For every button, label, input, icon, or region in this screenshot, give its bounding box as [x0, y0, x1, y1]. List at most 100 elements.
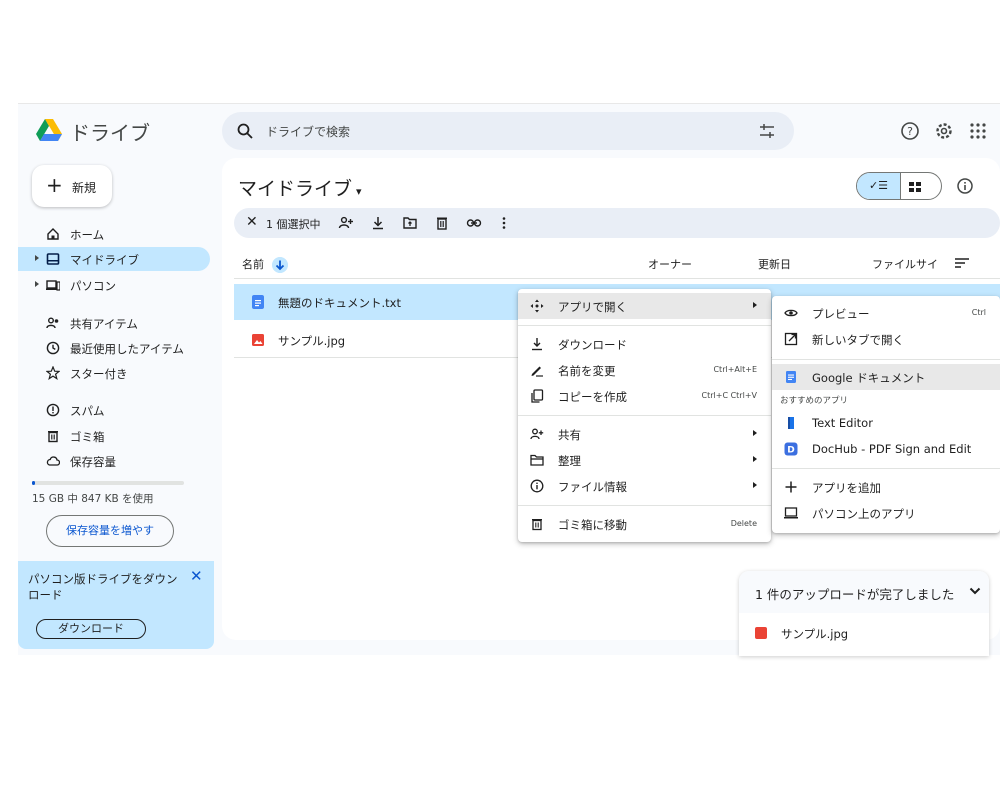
drive-logo[interactable] [36, 119, 62, 143]
menu-item-label: コピーを作成 [558, 390, 627, 404]
list-view-button[interactable]: ✓☰ [857, 173, 901, 199]
view-toggle[interactable]: ✓☰ [856, 172, 942, 200]
submenu-item-preview[interactable]: プレビュー Ctrl [772, 300, 1000, 326]
shared-icon [46, 317, 59, 329]
menu-item-label: 名前を変更 [558, 364, 616, 378]
download-icon[interactable] [370, 215, 386, 231]
grid-view-icon[interactable] [905, 177, 925, 197]
sidebar-item-my-drive[interactable]: マイドライブ [18, 247, 210, 271]
computer-icon [46, 280, 60, 291]
share-icon[interactable] [338, 215, 354, 231]
page-title[interactable]: マイドライブ ▾ [238, 174, 362, 201]
context-menu: アプリで開く ダウンロード 名前を変更 Ctrl+Alt+E コピーを作成 Ct… [518, 289, 771, 542]
download-icon [532, 338, 542, 351]
upload-status-panel: 1 件のアップロードが完了しました サンプル.jpg [739, 571, 989, 656]
submenu-item-open-new-tab[interactable]: 新しいタブで開く [772, 326, 1000, 352]
sidebar-item-shared[interactable]: 共有アイテム [18, 311, 210, 335]
sidebar-item-home[interactable]: ホーム [18, 222, 210, 246]
sidebar-item-storage[interactable]: 保存容量 [18, 449, 210, 473]
menu-item-download[interactable]: ダウンロード [518, 331, 771, 357]
search-bar[interactable]: ドライブで検索 [222, 112, 794, 150]
get-more-storage-button[interactable]: 保存容量を増やす [46, 515, 174, 547]
menu-item-open-with[interactable]: アプリで開く [518, 293, 771, 319]
link-icon[interactable] [466, 215, 482, 231]
sidebar-item-label: スパム [70, 404, 105, 418]
menu-item-file-info[interactable]: ファイル情報 [518, 473, 771, 499]
sidebar-item-label: ゴミ箱 [70, 430, 105, 444]
storage-progress-fill [32, 481, 36, 485]
google-docs-icon [786, 371, 796, 383]
title-dropdown-icon[interactable]: ▾ [356, 185, 362, 198]
menu-item-label: DocHub - PDF Sign and Edit [812, 442, 972, 456]
menu-divider [518, 415, 771, 416]
uploaded-file-name[interactable]: サンプル.jpg [781, 626, 848, 642]
trash-icon [48, 431, 58, 443]
chevron-down-icon[interactable] [969, 586, 981, 596]
expand-caret-icon[interactable] [35, 255, 39, 261]
download-app-button[interactable]: ダウンロード [36, 619, 146, 639]
search-icon[interactable] [236, 122, 254, 140]
submenu-arrow-icon [753, 302, 757, 308]
column-header-name[interactable]: 名前 [242, 256, 288, 273]
submenu-item-dochub[interactable]: D DocHub - PDF Sign and Edit [772, 436, 1000, 462]
menu-item-make-copy[interactable]: コピーを作成 Ctrl+C Ctrl+V [518, 383, 771, 409]
menu-divider [772, 359, 1000, 360]
copy-icon [531, 389, 544, 403]
sidebar-item-starred[interactable]: スター付き [18, 361, 210, 385]
sidebar-item-computers[interactable]: パソコン [18, 273, 210, 297]
info-icon[interactable] [956, 177, 974, 195]
open-with-icon [530, 299, 544, 313]
sidebar-item-label: スター付き [70, 367, 128, 381]
search-input[interactable]: ドライブで検索 [266, 123, 350, 140]
expand-caret-icon[interactable] [35, 281, 39, 287]
menu-item-label: 共有 [558, 428, 581, 442]
menu-item-share[interactable]: 共有 [518, 421, 771, 447]
submenu-item-computer-apps[interactable]: パソコン上のアプリ [772, 500, 1000, 526]
storage-progress-bar [32, 481, 184, 485]
trash-icon[interactable] [434, 215, 450, 231]
document-icon [252, 295, 264, 309]
shortcut-hint: Ctrl+C Ctrl+V [701, 391, 757, 400]
dochub-icon: D [784, 442, 798, 456]
search-options-icon[interactable] [758, 122, 776, 140]
menu-item-move-to-trash[interactable]: ゴミ箱に移動 Delete [518, 511, 771, 537]
svg-text:D: D [787, 446, 794, 456]
menu-divider [518, 325, 771, 326]
sidebar-item-label: 保存容量 [70, 455, 116, 469]
sidebar-item-label: 最近使用したアイテム [70, 342, 184, 356]
column-header-owner[interactable]: オーナー [648, 256, 692, 272]
sidebar-item-recent[interactable]: 最近使用したアイテム [18, 336, 210, 360]
menu-item-label: ファイル情報 [558, 480, 627, 494]
menu-item-rename[interactable]: 名前を変更 Ctrl+Alt+E [518, 357, 771, 383]
menu-divider [518, 505, 771, 506]
column-header-size[interactable]: ファイルサイ [872, 256, 938, 272]
text-editor-icon [788, 417, 794, 429]
sidebar-item-label: パソコン [70, 279, 116, 293]
submenu-item-google-docs[interactable]: Google ドキュメント [772, 364, 1000, 390]
submenu-item-text-editor[interactable]: Text Editor [772, 410, 1000, 436]
home-icon [47, 228, 59, 240]
settings-icon[interactable] [934, 121, 954, 141]
more-options-icon[interactable] [496, 215, 512, 231]
star-icon [46, 366, 60, 380]
close-icon[interactable]: ✕ [190, 567, 203, 585]
plus-icon: + [46, 173, 63, 197]
sidebar-item-trash[interactable]: ゴミ箱 [18, 424, 210, 448]
page-title-text: マイドライブ [238, 178, 353, 200]
menu-item-organize[interactable]: 整理 [518, 447, 771, 473]
clear-selection-icon[interactable]: ✕ [246, 214, 258, 230]
sort-options-icon[interactable] [954, 256, 970, 270]
move-icon[interactable] [402, 215, 418, 231]
submenu-item-add-app[interactable]: アプリを追加 [772, 474, 1000, 500]
new-button[interactable]: + 新規 [32, 165, 112, 207]
column-header-modified[interactable]: 更新日 [758, 256, 791, 272]
sidebar-item-label: 共有アイテム [70, 317, 138, 331]
submenu-arrow-icon [753, 482, 757, 488]
sidebar-item-spam[interactable]: スパム [18, 398, 210, 422]
open-with-submenu: プレビュー Ctrl 新しいタブで開く Google ドキュメント おすすめのア… [772, 296, 1000, 533]
apps-grid-icon[interactable] [968, 121, 988, 141]
help-icon[interactable]: ? [900, 121, 920, 141]
menu-item-label: ゴミ箱に移動 [558, 518, 627, 532]
sort-descending-icon[interactable] [271, 257, 288, 273]
image-file-icon [755, 627, 767, 639]
